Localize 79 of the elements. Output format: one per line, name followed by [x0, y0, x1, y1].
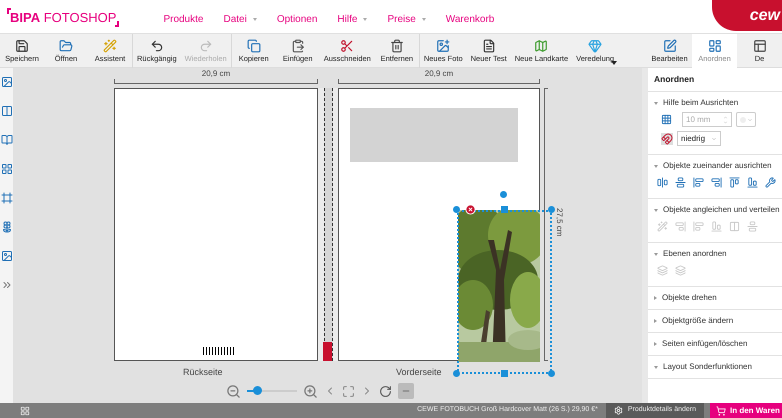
resize-handle[interactable] — [548, 206, 555, 213]
section-title[interactable]: Hilfe beim Ausrichten — [663, 97, 738, 109]
undo-icon — [150, 38, 164, 53]
sidebar-tool-icon[interactable] — [1, 76, 13, 88]
rotate-icon[interactable] — [379, 384, 392, 398]
resize-handle[interactable] — [548, 370, 555, 377]
view-toggle-button[interactable] — [398, 383, 414, 399]
arrange-icon — [708, 38, 722, 53]
color-picker[interactable] — [736, 112, 756, 127]
trash-icon — [390, 38, 404, 53]
align-tool-icon[interactable] — [711, 177, 722, 188]
expanded-caret-icon[interactable] — [654, 102, 658, 104]
sidebar-tool-icon[interactable] — [1, 192, 13, 204]
section-title[interactable]: Objekte drehen — [662, 292, 717, 304]
menu-item[interactable]: Optionen — [276, 12, 318, 27]
sidebar-tool-icon[interactable] — [1, 134, 13, 146]
height-label: 27,5 cm — [555, 208, 563, 236]
align-tool-icon[interactable] — [675, 177, 686, 188]
zoom-out-icon[interactable] — [226, 384, 241, 398]
align-tool-icon[interactable] — [693, 177, 704, 188]
spine-label — [323, 342, 332, 361]
magnet-icon[interactable] — [661, 132, 673, 144]
scissors-icon — [340, 38, 354, 53]
expanded-caret-icon[interactable] — [654, 164, 658, 168]
delete-icon[interactable] — [465, 204, 476, 215]
sidebar-tool-icon[interactable] — [1, 250, 13, 262]
copy-icon — [246, 38, 261, 53]
save-icon — [15, 38, 29, 53]
section-title[interactable]: Objekte zueinander ausrichten — [663, 160, 772, 172]
snap-select[interactable]: niedrig — [677, 131, 721, 146]
resize-handle[interactable] — [453, 370, 460, 377]
cart-icon — [716, 406, 726, 416]
menu-item[interactable]: Preise — [387, 12, 426, 27]
fit-screen-icon[interactable] — [342, 384, 355, 398]
add-photo-icon — [436, 38, 450, 53]
grid-icon[interactable] — [661, 114, 672, 125]
sidebar-tool-icon[interactable] — [1, 221, 13, 233]
brand-logo[interactable]: cew — [712, 0, 782, 31]
expanded-caret-icon[interactable] — [654, 366, 658, 368]
magic-wand-icon — [103, 38, 117, 53]
width-label: 20,9 cm — [202, 70, 230, 78]
align-tool-icon[interactable] — [747, 177, 758, 188]
collapsed-caret-icon[interactable] — [654, 296, 657, 300]
width-label: 20,9 cm — [424, 70, 454, 78]
menu-item[interactable]: Hilfe — [337, 12, 368, 27]
dropdown-caret-icon — [711, 136, 717, 142]
redo-icon — [198, 38, 213, 53]
zoom-in-icon[interactable] — [303, 384, 318, 398]
cart-button[interactable]: In den Waren — [710, 403, 782, 418]
section-title[interactable]: Layout Sonderfunktionen — [663, 361, 752, 373]
map-icon — [534, 38, 548, 53]
layout-icon[interactable] — [20, 406, 30, 416]
collapsed-caret-icon[interactable] — [654, 342, 657, 346]
panel-title: Anordnen — [654, 73, 694, 86]
section-title[interactable]: Objektgröße ändern — [662, 315, 734, 327]
gear-icon — [614, 406, 623, 415]
paste-icon — [290, 38, 305, 53]
add-text-icon — [482, 38, 496, 53]
layout-icon — [752, 38, 766, 53]
align-tool-icon[interactable] — [765, 177, 776, 188]
menu-item[interactable]: Produkte — [163, 12, 204, 27]
sidebar-tool-icon[interactable] — [1, 163, 13, 175]
page-label: Vorderseite — [396, 366, 442, 379]
logo[interactable]: BIPA FOTOSHOP — [7, 11, 120, 24]
page-label: Rückseite — [183, 366, 223, 379]
sidebar-tool-icon[interactable] — [1, 279, 13, 291]
resize-handle[interactable] — [501, 370, 508, 377]
resize-handle[interactable] — [501, 206, 508, 213]
dropdown-caret-icon — [746, 116, 752, 122]
diamond-icon — [588, 38, 602, 53]
section-title[interactable]: Seiten einfügen/löschen — [662, 338, 748, 350]
edit-icon — [662, 38, 676, 53]
folder-icon — [59, 38, 73, 53]
menu-item[interactable]: Datei — [223, 12, 257, 27]
align-tool-icon[interactable] — [657, 177, 668, 188]
sidebar-tool-icon[interactable] — [1, 105, 13, 117]
align-tool-icon[interactable] — [729, 177, 740, 188]
menu-item[interactable]: Warenkorb — [446, 12, 494, 27]
collapsed-caret-icon[interactable] — [654, 319, 657, 323]
